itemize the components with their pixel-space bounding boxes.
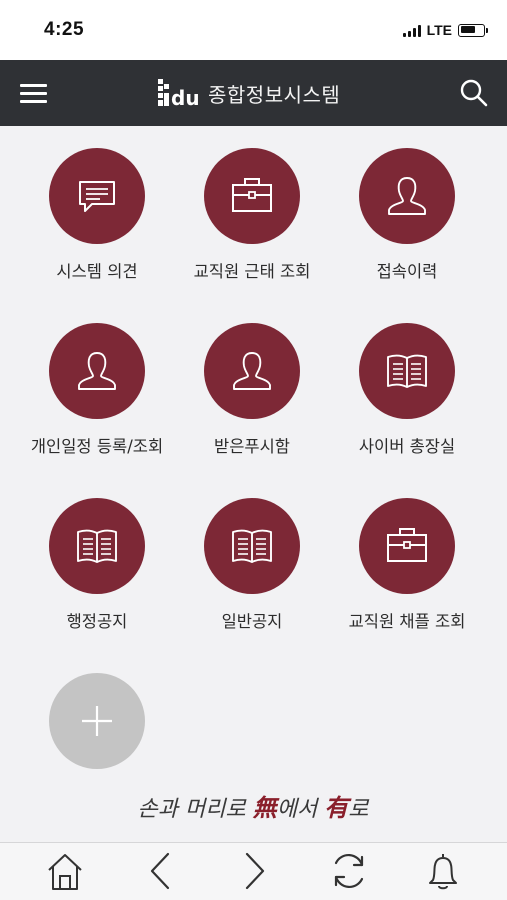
bell-icon — [429, 854, 457, 890]
battery-icon — [458, 23, 488, 37]
signal-icon — [402, 24, 421, 37]
menu-tile[interactable]: 교직원 채플 조회 — [332, 498, 482, 648]
tile-circle — [204, 323, 300, 419]
refresh-button[interactable] — [327, 849, 371, 893]
slogan: 손과 머리로 無에서 有로 — [138, 793, 371, 822]
tile-label: 접속이력 — [376, 262, 438, 281]
briefcase-icon — [229, 174, 275, 218]
person-icon — [385, 173, 429, 219]
status-indicators: LTE — [402, 22, 488, 38]
header-title-group: du 종합정보시스템 — [156, 75, 340, 111]
menu-tile[interactable]: 교직원 근태 조회 — [177, 148, 327, 298]
plus-icon — [77, 701, 117, 741]
home-button[interactable] — [43, 849, 87, 893]
forward-button[interactable] — [233, 849, 277, 893]
menu-tile[interactable]: 사이버 총장실 — [332, 323, 482, 473]
logo-icon: du — [158, 79, 200, 108]
book-icon — [74, 524, 120, 568]
tile-label: 사이버 총장실 — [358, 437, 456, 456]
logo-text: du — [171, 86, 200, 108]
page-title: 종합정보시스템 — [208, 82, 341, 107]
app-header: du 종합정보시스템 — [0, 60, 507, 126]
slogan-accent-1: 無 — [252, 793, 280, 822]
back-button[interactable] — [138, 849, 182, 893]
back-icon — [150, 852, 170, 890]
tile-circle — [204, 498, 300, 594]
tile-circle — [359, 148, 455, 244]
notifications-button[interactable] — [421, 849, 465, 893]
menu-tile[interactable]: 일반공지 — [177, 498, 327, 648]
tile-circle — [49, 673, 145, 769]
chat-icon — [75, 174, 119, 218]
book-icon — [229, 524, 275, 568]
slogan-text-2: 에서 — [277, 797, 324, 822]
tile-circle — [49, 148, 145, 244]
tile-circle — [49, 323, 145, 419]
refresh-icon — [334, 853, 364, 889]
menu-tile[interactable]: 받은푸시함 — [177, 323, 327, 473]
tile-circle — [359, 323, 455, 419]
status-time: 4:25 — [44, 19, 85, 40]
menu-tile[interactable]: 시스템 의견 — [22, 148, 172, 298]
menu-tile[interactable]: 접속이력 — [332, 148, 482, 298]
book-icon — [384, 349, 430, 393]
menu-button[interactable] — [18, 79, 50, 107]
slogan-text-1: 손과 머리로 — [138, 797, 253, 822]
person-icon — [75, 348, 119, 394]
tile-label: 교직원 채플 조회 — [348, 612, 466, 631]
forward-icon — [245, 852, 265, 890]
menu-tile[interactable]: 개인일정 등록/조회 — [22, 323, 172, 473]
search-button[interactable] — [459, 78, 489, 108]
person-icon — [230, 348, 274, 394]
tile-circle — [204, 148, 300, 244]
status-bar: 4:25 LTE — [0, 0, 507, 60]
search-icon — [460, 79, 488, 107]
home-icon — [48, 854, 82, 890]
slogan-text-3: 로 — [348, 797, 370, 822]
briefcase-icon — [384, 524, 430, 568]
network-label: LTE — [426, 22, 452, 38]
tile-circle — [359, 498, 455, 594]
bottom-nav-bar — [0, 842, 507, 900]
menu-tile[interactable]: 행정공지 — [22, 498, 172, 648]
tile-circle — [49, 498, 145, 594]
svg-text:손과 머리로 無에서 有로: 손과 머리로 無에서 有로 — [138, 793, 371, 822]
